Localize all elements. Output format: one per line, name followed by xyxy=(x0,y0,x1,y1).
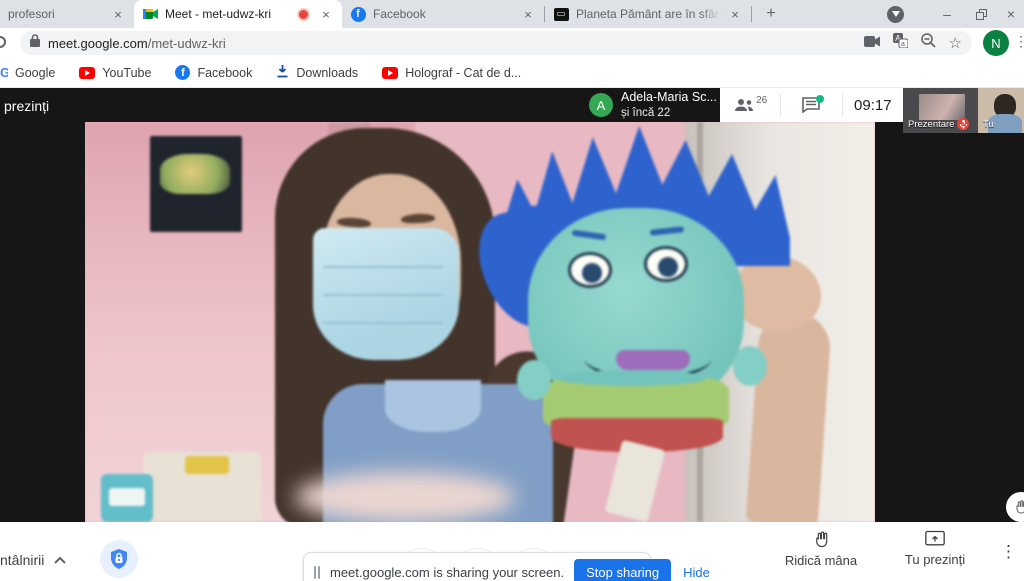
zoom-out-icon[interactable] xyxy=(921,33,936,53)
participants-more: și încă 22 xyxy=(621,106,717,120)
omnibox[interactable]: meet.google.com/met-udwz-kri Aa ☆ xyxy=(20,31,972,55)
tab-facebook[interactable]: f Facebook × xyxy=(342,0,544,28)
svg-text:a: a xyxy=(901,41,905,48)
meet-bottom-bar: ntâlnirii meet.google.com is sharing you… xyxy=(0,522,1024,581)
bookmark-facebook[interactable]: f Facebook xyxy=(175,65,252,80)
close-icon[interactable]: × xyxy=(110,6,126,22)
bookmark-holograf[interactable]: Holograf - Cat de d... xyxy=(382,66,521,80)
people-count-badge: 26 xyxy=(756,95,767,106)
raise-hand-button[interactable]: Ridică mâna xyxy=(776,530,866,568)
drag-handle[interactable] xyxy=(314,566,320,579)
presenting-banner: prezinți xyxy=(4,98,49,114)
facebook-icon: f xyxy=(350,6,366,22)
browser-menu-icon[interactable]: ⋮ xyxy=(1014,33,1024,50)
presentation-label: Prezentare xyxy=(908,119,954,130)
hand-icon xyxy=(812,530,831,549)
close-icon[interactable]: × xyxy=(727,6,743,22)
face-mask xyxy=(313,228,459,360)
omnibox-actions: Aa ☆ xyxy=(864,33,962,53)
participant-name: Adela-Maria Sc... xyxy=(621,90,717,106)
minimize-button[interactable]: – xyxy=(930,0,964,28)
restore-button[interactable] xyxy=(964,0,998,28)
host-controls-shield-icon[interactable] xyxy=(100,540,138,578)
tab-separator xyxy=(751,6,752,22)
stop-sharing-button[interactable]: Stop sharing xyxy=(574,559,671,581)
bookmark-youtube[interactable]: YouTube xyxy=(79,66,151,80)
tab-label: Facebook xyxy=(373,7,514,21)
video-site-icon xyxy=(553,6,569,22)
picture-frame xyxy=(150,136,242,232)
bookmark-downloads[interactable]: Downloads xyxy=(276,64,358,81)
tab-label: profesori xyxy=(8,7,104,21)
facebook-icon: f xyxy=(175,65,190,80)
tab-recording-icon xyxy=(299,10,308,19)
people-button[interactable]: 26 xyxy=(720,88,780,122)
download-icon xyxy=(276,64,289,81)
close-icon[interactable]: × xyxy=(318,6,334,22)
participant-avatar: A xyxy=(589,93,613,117)
address-bar-row: meet.google.com/met-udwz-kri Aa ☆ N ⋮ xyxy=(0,28,1024,58)
youtube-icon xyxy=(79,67,95,79)
you-present-button[interactable]: Tu prezinți xyxy=(890,530,980,567)
mic-off-icon xyxy=(957,118,969,130)
tab-label: Planeta Pământ are în sfârșit un s xyxy=(576,7,721,21)
tab-camera-icon[interactable] xyxy=(864,34,880,52)
meet-header: 26 09:17 xyxy=(720,88,903,122)
bookmarks-bar: G Google YouTube f Facebook Downloads Ho… xyxy=(0,58,1024,88)
bookmark-google[interactable]: G Google xyxy=(0,65,55,80)
self-thumbnail[interactable]: Tu xyxy=(978,88,1024,133)
tab-label: Meet - met-udwz-kri xyxy=(165,7,295,21)
meeting-details-button[interactable]: ntâlnirii xyxy=(0,552,66,568)
hide-link[interactable]: Hide xyxy=(683,565,710,580)
tab-meet[interactable]: Meet - met-udwz-kri × xyxy=(134,0,342,28)
browser-window: profesori × Meet - met-udwz-kri × f Face… xyxy=(0,0,1024,581)
tab-profesori[interactable]: profesori × xyxy=(0,0,134,28)
clock: 09:17 xyxy=(843,88,903,122)
plush-tag xyxy=(605,440,666,522)
participants-pill[interactable]: A Adela-Maria Sc... și încă 22 xyxy=(583,88,720,122)
share-message: meet.google.com is sharing your screen. xyxy=(330,565,564,580)
google-icon: G xyxy=(0,65,8,80)
chat-button[interactable] xyxy=(781,88,841,122)
new-tab-button[interactable]: + xyxy=(758,1,784,27)
you-label: Tu xyxy=(983,119,994,130)
close-window-button[interactable]: × xyxy=(998,0,1024,28)
webcam-scene xyxy=(85,122,875,522)
url-text: meet.google.com/met-udwz-kri xyxy=(48,36,226,51)
meet-icon xyxy=(142,6,158,22)
youtube-icon xyxy=(382,67,398,79)
chevron-up-icon xyxy=(54,556,66,564)
tab-planeta-pamant[interactable]: Planeta Pământ are în sfârșit un s × xyxy=(545,0,751,28)
more-options-icon[interactable]: ⋮ xyxy=(1000,542,1018,562)
meet-stage: prezinți xyxy=(0,88,1024,522)
tab-strip: profesori × Meet - met-udwz-kri × f Face… xyxy=(0,0,1024,28)
raised-arm xyxy=(746,310,833,522)
raised-hand-indicator xyxy=(1006,492,1024,522)
chat-notification-dot xyxy=(816,95,824,103)
lock-icon xyxy=(30,34,40,52)
presentation-thumbnail[interactable]: Prezentare xyxy=(903,88,978,133)
bookmark-star-icon[interactable]: ☆ xyxy=(949,34,962,52)
browser-update-icon[interactable] xyxy=(887,6,904,23)
main-video[interactable]: a Luca xyxy=(85,122,875,522)
profile-avatar[interactable]: N xyxy=(983,30,1009,56)
window-controls: – × xyxy=(887,0,1024,28)
translate-icon[interactable]: Aa xyxy=(893,33,908,53)
present-icon xyxy=(925,530,945,548)
reload-icon[interactable] xyxy=(0,36,6,48)
screen-share-banner: meet.google.com is sharing your screen. … xyxy=(303,552,651,581)
close-icon[interactable]: × xyxy=(520,6,536,22)
